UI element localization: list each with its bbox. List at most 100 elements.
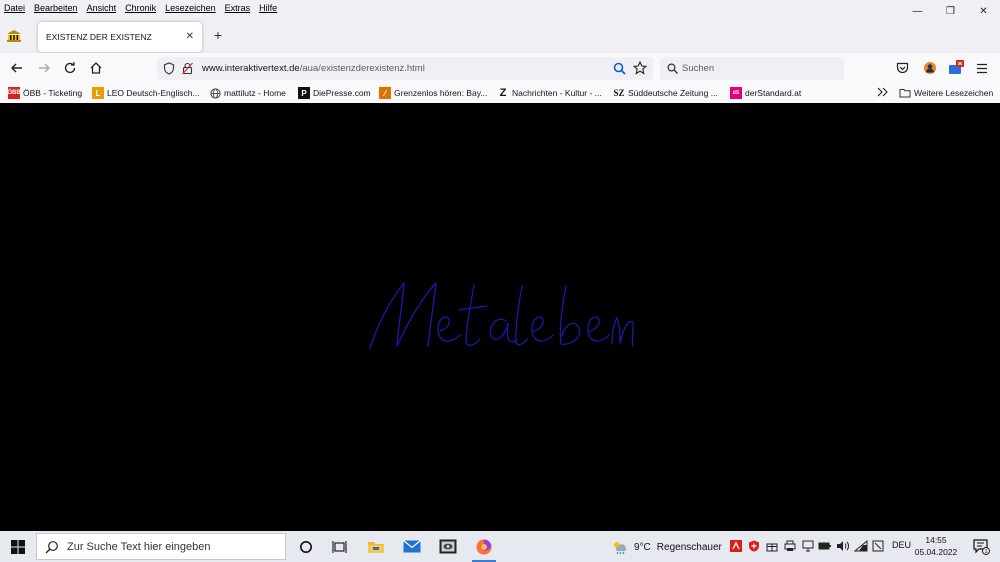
menu-bearbeiten[interactable]: Bearbeiten [34, 3, 78, 13]
taskbar-search-placeholder: Zur Suche Text hier eingeben [67, 540, 211, 553]
bookmark-diepresse[interactable]: P DiePresse.com [298, 87, 371, 99]
photo-viewer-icon[interactable] [430, 531, 466, 562]
pinned-tab[interactable] [6, 28, 22, 44]
task-view-icon[interactable] [322, 531, 358, 562]
menu-hamburger-icon[interactable] [973, 59, 991, 77]
search-bar[interactable]: Suchen [660, 57, 844, 80]
derstandard-icon: dS [730, 87, 742, 99]
url-text: www.interaktivertext.de/aua/existenzdere… [202, 63, 425, 74]
volume-icon[interactable] [836, 540, 850, 554]
menu-datei[interactable]: Datei [4, 3, 25, 13]
url-domain: www.interaktivertext.de [202, 63, 300, 74]
weather-temp: 9°C [634, 541, 651, 553]
tab-strip: EXISTENZ DER EXISTENZ ✕ + [0, 16, 1000, 53]
battery-icon[interactable] [818, 540, 832, 554]
clock-time: 14:55 [925, 535, 947, 545]
museum-icon [7, 30, 21, 42]
bookmark-label: ÖBB - Ticketing [23, 88, 83, 98]
bookmark-mattilutz[interactable]: mattilutz - Home [209, 87, 286, 99]
notification-count: 1 [984, 549, 987, 555]
handwriting-image [369, 282, 634, 349]
close-tab-icon[interactable]: ✕ [186, 31, 194, 42]
reload-icon[interactable] [61, 59, 79, 77]
minimize-icon[interactable]: — [901, 0, 934, 22]
restore-icon[interactable]: ❐ [934, 0, 967, 22]
url-bar[interactable]: www.interaktivertext.de/aua/existenzdere… [157, 57, 653, 80]
notification-center-icon[interactable]: 1 [964, 531, 1000, 562]
windows-start-icon[interactable] [0, 531, 36, 562]
gift-icon[interactable] [766, 540, 778, 554]
menu-extras[interactable]: Extras [225, 3, 251, 13]
active-tab[interactable]: EXISTENZ DER EXISTENZ ✕ [38, 22, 202, 52]
close-window-icon[interactable]: ✕ [967, 0, 1000, 22]
bookmark-label: Nachrichten - Kultur - ... [512, 88, 602, 98]
window-controls: — ❐ ✕ [901, 0, 1000, 22]
zeit-icon: Z [499, 87, 507, 99]
menu-bar: Datei Bearbeiten Ansicht Chronik Lesezei… [0, 0, 1000, 16]
leo-icon: L [92, 87, 104, 99]
security-shield-icon[interactable] [748, 540, 760, 554]
home-icon[interactable] [87, 59, 105, 77]
search-icon [45, 540, 58, 553]
folder-icon [899, 87, 911, 99]
mail-icon[interactable] [394, 531, 430, 562]
shield-icon[interactable] [163, 62, 175, 75]
search-icon [667, 63, 678, 74]
forward-icon[interactable] [35, 59, 53, 77]
clock-date: 05.04.2022 [914, 547, 958, 557]
file-explorer-icon[interactable] [358, 531, 394, 562]
menu-ansicht[interactable]: Ansicht [87, 3, 117, 13]
menu-hilfe[interactable]: Hilfe [259, 3, 277, 13]
url-path: /aua/existenzderexistenz.html [299, 63, 425, 74]
taskbar-search-box[interactable]: Zur Suche Text hier eingeben [36, 533, 286, 560]
page-content [0, 103, 1000, 531]
rain-cloud-icon [614, 542, 627, 554]
bookmark-label: LEO Deutsch-Englisch... [107, 88, 200, 98]
network-icon[interactable] [872, 540, 884, 554]
clock[interactable]: 14:55 05.04.2022 [912, 534, 960, 558]
bookmark-label: derStandard.at [745, 88, 802, 98]
menu-lesezeichen[interactable]: Lesezeichen [165, 3, 216, 13]
bookmark-sz[interactable]: SZ Süddeutsche Zeitung ... [613, 87, 718, 99]
bookmark-zeit[interactable]: Z Nachrichten - Kultur - ... [497, 87, 602, 99]
back-icon[interactable] [8, 59, 26, 77]
diepresse-icon: P [298, 87, 310, 99]
search-icon[interactable] [613, 62, 626, 75]
taskbar: Zur Suche Text hier eingeben 9°C Regensc… [0, 531, 1000, 562]
bookmark-star-icon[interactable] [633, 61, 647, 75]
weather-text: Regenschauer [656, 541, 722, 553]
bookmark-oebb[interactable]: ÖBB ÖBB - Ticketing [7, 87, 83, 99]
account-icon[interactable] [921, 59, 939, 77]
other-bookmarks[interactable]: Weitere Lesezeichen [899, 87, 993, 99]
bookmark-label: Grenzenlos hören: Bay... [394, 88, 488, 98]
sz-icon: SZ [613, 88, 625, 98]
new-tab-icon[interactable]: + [210, 28, 226, 44]
cortana-icon[interactable] [288, 531, 324, 562]
wifi-icon[interactable] [853, 539, 868, 554]
language-indicator[interactable]: DEU [892, 540, 911, 550]
firefox-taskbar-icon[interactable] [466, 531, 502, 562]
bookmark-derstandard[interactable]: dS derStandard.at [730, 87, 801, 99]
weather-widget[interactable]: 9°C Regenschauer [612, 540, 722, 554]
bookmark-label: Süddeutsche Zeitung ... [628, 88, 718, 98]
bookmark-leo[interactable]: L LEO Deutsch-Englisch... [92, 87, 200, 99]
bookmark-br[interactable]: ⁄ Grenzenlos hören: Bay... [379, 87, 487, 99]
oebb-icon: ÖBB [7, 87, 21, 99]
tab-title: EXISTENZ DER EXISTENZ [46, 32, 152, 42]
navigation-bar: www.interaktivertext.de/aua/existenzdere… [0, 53, 1000, 84]
search-placeholder: Suchen [682, 63, 715, 74]
printer-icon[interactable] [784, 540, 796, 554]
insecure-lock-icon[interactable] [182, 62, 193, 75]
extension-icon[interactable] [947, 59, 965, 77]
other-bookmarks-label: Weitere Lesezeichen [914, 88, 994, 98]
antivirus-icon[interactable] [730, 540, 742, 554]
bookmarks-overflow-icon[interactable] [877, 87, 888, 97]
menu-chronik[interactable]: Chronik [125, 3, 156, 13]
bookmark-label: mattilutz - Home [224, 88, 286, 98]
br-icon: ⁄ [379, 87, 391, 99]
globe-icon [209, 87, 221, 99]
bookmark-label: DiePresse.com [313, 88, 371, 98]
bookmarks-toolbar: ÖBB ÖBB - Ticketing L LEO Deutsch-Englis… [0, 84, 1000, 103]
pocket-icon[interactable] [893, 59, 911, 77]
display-icon[interactable] [802, 540, 814, 554]
